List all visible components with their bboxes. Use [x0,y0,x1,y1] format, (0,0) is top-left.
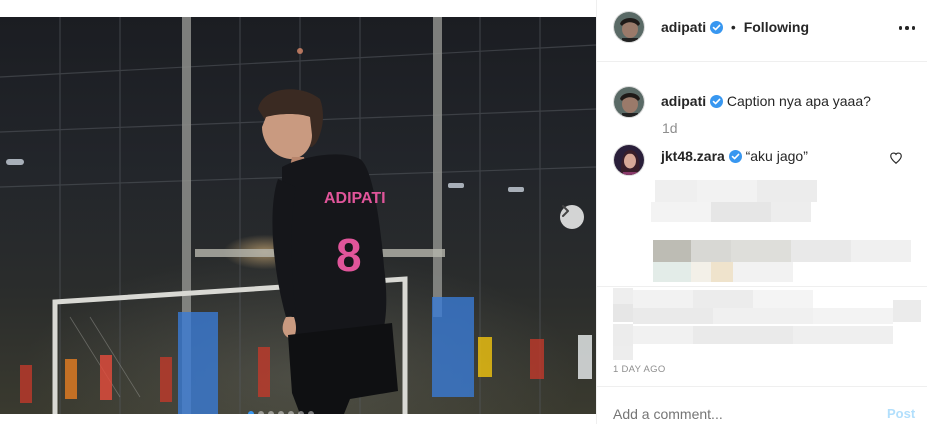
photo-scene: ADIPATI 8 [0,17,596,414]
censor-block [613,288,633,304]
censor-block [771,202,811,222]
censor-block [691,262,711,282]
censor-block [731,240,791,262]
censor-block [697,180,757,202]
following-button[interactable]: Following [744,19,809,35]
comment-text: “aku jago” [745,148,808,164]
post-header: adipati • Following [597,0,927,62]
actions-divider [597,286,927,287]
carousel-dot [278,411,284,414]
add-comment-input[interactable] [613,406,863,422]
carousel-dot [248,411,254,414]
censored-comments [611,176,921,286]
censor-block [851,240,911,262]
censor-block [653,262,691,282]
censor-block [713,308,813,324]
post-photo[interactable]: ADIPATI 8 [0,17,596,414]
censor-block [693,290,753,308]
censor-block [753,290,813,308]
censor-block [813,308,893,324]
comment-body: jkt48.zara “aku jago” [661,147,808,165]
censor-block [633,326,693,344]
commenter-avatar[interactable] [613,86,645,118]
comment-username[interactable]: jkt48.zara [661,148,725,164]
verified-badge-icon [710,95,724,108]
author-avatar[interactable] [613,11,645,43]
avatar-photo [614,145,644,175]
censor-block [633,290,693,308]
censor-block [693,326,793,344]
censor-block [791,240,851,262]
header-separator: • [730,19,736,35]
carousel-dot [258,411,264,414]
comment-text: Caption nya apa yaaa? [726,93,871,109]
censor-block [711,202,771,222]
censor-block [711,262,733,282]
chevron-right-icon [562,205,569,217]
post-side-panel: adipati • Following adipati Caption nya … [596,0,927,424]
heart-outline-icon[interactable] [889,151,903,165]
carousel-dot [308,411,314,414]
carousel-dot [298,411,304,414]
censor-block [793,326,893,344]
censor-block [655,180,697,202]
censor-block [691,240,731,262]
next-photo-button[interactable] [560,205,584,229]
censor-block [613,304,633,322]
comment-box-divider [597,386,927,387]
censor-block [613,346,633,360]
censor-block [613,324,633,346]
censor-block [653,240,691,262]
caption-time[interactable]: 1d [662,120,678,136]
jersey-number: 8 [336,229,362,281]
censor-block [651,202,711,222]
avatar-photo [614,12,644,42]
post-timestamp[interactable]: 1 DAY AGO [613,364,666,375]
comment-username[interactable]: adipati [661,93,706,109]
header-line: adipati • Following [661,19,809,35]
carousel-dot [288,411,294,414]
carousel-indicator [248,411,314,414]
censor-block [757,180,817,202]
censor-block [733,262,793,282]
avatar-photo [614,87,644,117]
censor-block [633,308,713,324]
comment-body: adipati Caption nya apa yaaa? [661,92,871,110]
commenter-avatar[interactable] [613,144,645,176]
author-username[interactable]: adipati [661,19,706,35]
post-comment-button[interactable]: Post [887,406,915,421]
carousel-dot [268,411,274,414]
more-options-icon[interactable] [896,18,918,38]
verified-badge-icon [710,21,724,34]
censor-block [893,300,921,322]
verified-badge-icon [728,150,742,163]
jersey-name: ADIPATI [324,190,386,207]
censored-likes [611,288,921,360]
